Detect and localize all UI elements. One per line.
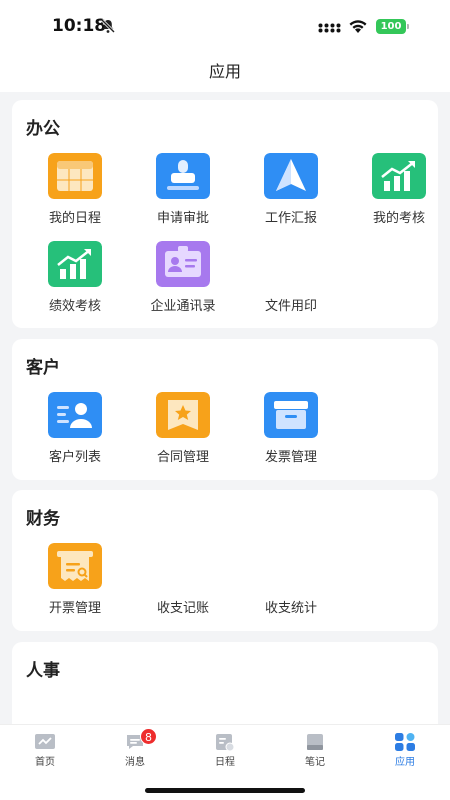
calendar-icon	[48, 153, 102, 199]
home-indicator[interactable]	[145, 788, 305, 793]
app-billing-management[interactable]: 开票管理	[21, 543, 129, 623]
nav-bar: 应用	[0, 52, 450, 92]
growth-chart-icon	[48, 241, 102, 287]
section-title: 财务	[26, 509, 60, 529]
tab-apps[interactable]: 应用	[360, 725, 450, 785]
app-label: 我的考核	[372, 211, 425, 226]
app-label: 绩效考核	[48, 299, 101, 314]
app-company-directory[interactable]: 企业通讯录	[129, 241, 237, 321]
wifi-icon	[349, 20, 367, 33]
app-my-assessment[interactable]: 我的考核	[345, 153, 450, 233]
tab-messages[interactable]: 8 消息	[90, 725, 180, 785]
tab-label: 首页	[35, 757, 55, 768]
section-customers: 客户 客户列表 合同管理 发票管理	[12, 339, 438, 480]
contact-card-icon	[156, 241, 210, 287]
app-label: 收支统计	[264, 601, 317, 616]
contract-icon	[156, 392, 210, 438]
notebook-icon	[307, 734, 323, 750]
app-label: 申请审批	[156, 211, 209, 226]
page-title: 应用	[208, 62, 241, 81]
customer-icon	[48, 392, 102, 438]
tab-schedule[interactable]: 日程	[180, 725, 270, 785]
receipt-icon	[48, 543, 102, 589]
tab-label: 笔记	[305, 757, 325, 768]
app-label: 文件用印	[264, 299, 317, 314]
tab-notes[interactable]: 笔记	[270, 725, 360, 785]
battery-tip	[407, 24, 409, 29]
tab-label: 日程	[215, 757, 235, 768]
app-label: 合同管理	[156, 450, 209, 465]
app-work-report[interactable]: 工作汇报	[237, 153, 345, 233]
app-performance[interactable]: 绩效考核	[21, 241, 129, 321]
tab-label: 消息	[125, 757, 145, 768]
invoice-box-icon	[264, 392, 318, 438]
app-label: 我的日程	[48, 211, 101, 226]
battery-indicator: 100	[376, 19, 406, 34]
section-finance: 财务 开票管理 收支记账 收支统计	[12, 490, 438, 631]
unread-badge: 8	[140, 728, 157, 745]
app-label: 客户列表	[48, 450, 101, 465]
section-title: 客户	[26, 358, 60, 378]
tab-home[interactable]: 首页	[0, 725, 90, 785]
status-time: 10:18	[52, 16, 107, 36]
app-label: 工作汇报	[264, 211, 317, 226]
app-label: 发票管理	[264, 450, 317, 465]
section-title: 人事	[26, 661, 60, 681]
app-label: 开票管理	[48, 601, 101, 616]
home-chart-icon	[35, 734, 55, 749]
app-bookkeeping[interactable]: 收支记账	[129, 543, 237, 623]
app-my-schedule[interactable]: 我的日程	[21, 153, 129, 233]
app-label: 企业通讯录	[150, 299, 216, 314]
stamp-icon	[156, 153, 210, 199]
app-file-seal[interactable]: 文件用印	[237, 241, 345, 321]
apps-grid-icon	[395, 733, 415, 751]
app-customer-list[interactable]: 客户列表	[21, 392, 129, 472]
schedule-icon	[216, 734, 235, 751]
bell-muted-icon	[100, 18, 116, 34]
app-approval[interactable]: 申请审批	[129, 153, 237, 233]
section-office: 办公 我的日程 申请审批 工作汇报 我的考核 绩效考核 企业通讯录 文件用印	[12, 100, 438, 328]
app-invoice-management[interactable]: 发票管理	[237, 392, 345, 472]
app-contract-management[interactable]: 合同管理	[129, 392, 237, 472]
app-income-statistics[interactable]: 收支统计	[237, 543, 345, 623]
status-bar: 10:18 100	[0, 0, 450, 52]
paper-plane-icon	[264, 153, 318, 199]
tab-label: 应用	[395, 757, 415, 768]
section-title: 办公	[26, 119, 60, 139]
signal-icon	[318, 23, 341, 33]
app-label: 收支记账	[156, 601, 209, 616]
growth-chart-icon	[372, 153, 426, 199]
